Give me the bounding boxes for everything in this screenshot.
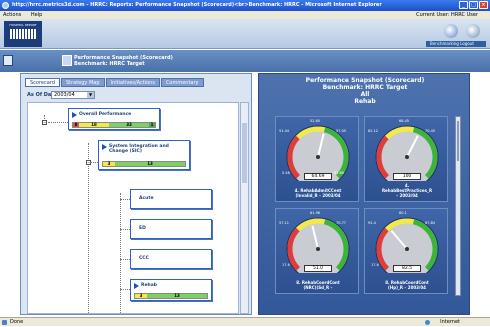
gauge-card[interactable]: 57.11 61.96 70.77 17.6 51.0 8. RehabCoordCont… [275, 208, 359, 294]
gauge-label[interactable]: 8. RehabCoordCont (Hp)_R – 2003/04 [365, 280, 449, 290]
gauge-tick-label: 67.84 [425, 221, 436, 225]
gauge-tick-label: 70.77 [336, 221, 347, 225]
internet-explorer-icon [2, 2, 9, 9]
as-of-date-select[interactable]: 2003/04 ▼ [51, 91, 95, 99]
logo-mark-icon [10, 29, 36, 39]
snapshot-title: Performance Snapshot (Scorecard) Benchma… [305, 77, 425, 105]
score-bar: 3 13 [134, 293, 208, 299]
maximize-button[interactable]: □ [469, 1, 478, 9]
flag-icon [72, 112, 77, 118]
window-title: http://hrrc.metrics3d.com - HRRC: Report… [12, 2, 382, 8]
status-text: Done [10, 319, 24, 325]
logout-icon[interactable] [466, 24, 480, 38]
gauge-tick-label: 68.45 [399, 119, 410, 123]
gauge-value: 100 [393, 173, 421, 180]
gauge-label[interactable]: 4. RehabAdmitCCent (Invalid_R – 2003/04 [276, 188, 360, 198]
page-done-icon [2, 320, 7, 325]
gauge-label[interactable]: 4. RehabBestPractices_R – 2003/04 [365, 183, 449, 198]
current-user-label: Current User: HRRC User [416, 12, 478, 18]
gauge-tick-label: 92.4 [368, 221, 376, 225]
nav-links[interactable]: Benchmarking Logout [426, 41, 486, 47]
gauge-label[interactable]: 8. RehabCoordCont (NRC)(Sd_R – [276, 280, 360, 290]
tree-node-ed[interactable]: ED [130, 219, 212, 239]
nav-icons: Benchmarking Logout [426, 21, 486, 47]
snapshot-scrollbar[interactable] [455, 116, 461, 296]
gauge-tick-label: 51.44 [279, 129, 290, 133]
status-bar: Done Internet [0, 317, 490, 326]
gauge-label-line: (Hp)_R – 2003/04 [388, 285, 426, 290]
scrollbar-thumb[interactable] [457, 121, 459, 161]
tree-node-overall-performance[interactable]: Overall Performance 8 18 33 1 [68, 108, 160, 130]
tree-connector [120, 289, 130, 290]
gauge-label-line: – 2003/04 [396, 193, 418, 198]
scrollbar-thumb[interactable] [242, 123, 247, 183]
minimize-button[interactable]: _ [459, 1, 468, 9]
gauge-value: 64.69 [304, 173, 332, 180]
hospital-report-logo: HOSPITAL REPORT [4, 21, 42, 47]
tree-node-rehab[interactable]: Rehab 3 13 [130, 279, 212, 301]
gauge-card[interactable]: 62.12 68.45 70.45 100 4. RehabBestPractices_R… [364, 116, 448, 202]
tree-connector [88, 143, 89, 313]
gauge-tick-label: 0.48 [282, 171, 290, 175]
scorecard-tree: − − Overall Performance 8 18 33 1 System… [27, 102, 239, 314]
gauge-label-line: (NRC)(Sd_R – [303, 285, 333, 290]
gauge-tick-label: 70.45 [425, 129, 436, 133]
gauge-tick-label: 17.6 [371, 263, 379, 267]
tree-scrollbar[interactable] [240, 102, 249, 314]
score-bar: 8 18 33 1 [72, 122, 156, 128]
menu-actions[interactable]: Actions [3, 12, 21, 18]
internet-zone-icon [425, 320, 430, 325]
gauge-tick-label: 52.80 [310, 119, 321, 123]
gauge-tick-label: 62.12 [368, 129, 379, 133]
tree-node-ccc[interactable]: CCC [130, 249, 212, 269]
gauge-tick-label: 17.6 [282, 263, 290, 267]
gauge-hub [316, 247, 320, 251]
flag-icon [102, 144, 107, 150]
close-button[interactable]: × [479, 1, 488, 9]
gauge-tick-label: 61.69 [334, 171, 345, 175]
gauge-hub [405, 247, 409, 251]
tab-scorecard[interactable]: Scorecard [25, 78, 60, 87]
expand-toggle[interactable]: − [42, 120, 47, 125]
browser-title-bar: http://hrrc.metrics3d.com - HRRC: Report… [0, 0, 490, 11]
gauge-tick-label: 57.11 [279, 221, 290, 225]
gauge-tick-label: 57.05 [336, 129, 347, 133]
gauge-card[interactable]: 92.4 80.1 67.84 17.6 82.5 8. RehabCoordCont (H… [364, 208, 448, 294]
menu-help[interactable]: Help [31, 12, 42, 18]
report-icon [62, 55, 72, 66]
tab-commentary[interactable]: Commentary [160, 78, 204, 87]
tree-connector [120, 259, 130, 260]
gauge-value: 51.0 [304, 265, 332, 272]
app-banner: HOSPITAL REPORT Benchmarking Logout [0, 19, 490, 49]
gauge-tick-label: 80.1 [399, 211, 407, 215]
gauge-value: 82.5 [393, 265, 421, 272]
tree-connector [120, 229, 130, 230]
tab-bar: Scorecard Strategy Map Initiatives/Actio… [25, 78, 205, 87]
gauge-tick-label: 61.96 [310, 211, 321, 215]
gauge-hub [405, 155, 409, 159]
menu-bar: Actions Help Current User: HRRC User [0, 11, 490, 19]
tree-connector [120, 199, 130, 200]
tree-connector [120, 193, 121, 313]
tab-initiatives-actions[interactable]: Initiatives/Actions [105, 78, 160, 87]
tree-node-system-integration[interactable]: System Integration and Change (SIC) 3 13 [98, 140, 190, 170]
gauge-hub [316, 155, 320, 159]
chevron-down-icon[interactable]: ▼ [87, 92, 94, 98]
snapshot-panel: Performance Snapshot (Scorecard) Benchma… [258, 73, 470, 315]
report-title: Performance Snapshot (Scorecard) Benchma… [74, 55, 173, 67]
flag-icon [134, 283, 139, 289]
score-bar: 3 13 [102, 161, 186, 167]
tree-node-acute[interactable]: Acute [130, 189, 212, 209]
collapse-panel-icon[interactable] [3, 55, 13, 66]
gauge-card[interactable]: 51.44 52.80 57.05 0.48 61.69 64.69 4. RehabAdm… [275, 116, 359, 202]
tab-strategy-map[interactable]: Strategy Map [60, 78, 105, 87]
gauge-label-line: (Invalid_R – 2003/04 [295, 193, 341, 198]
scorecard-panel: Scorecard Strategy Map Initiatives/Actio… [20, 73, 252, 315]
benchmarking-icon[interactable] [444, 24, 458, 38]
report-header: Performance Snapshot (Scorecard) Benchma… [0, 50, 490, 72]
